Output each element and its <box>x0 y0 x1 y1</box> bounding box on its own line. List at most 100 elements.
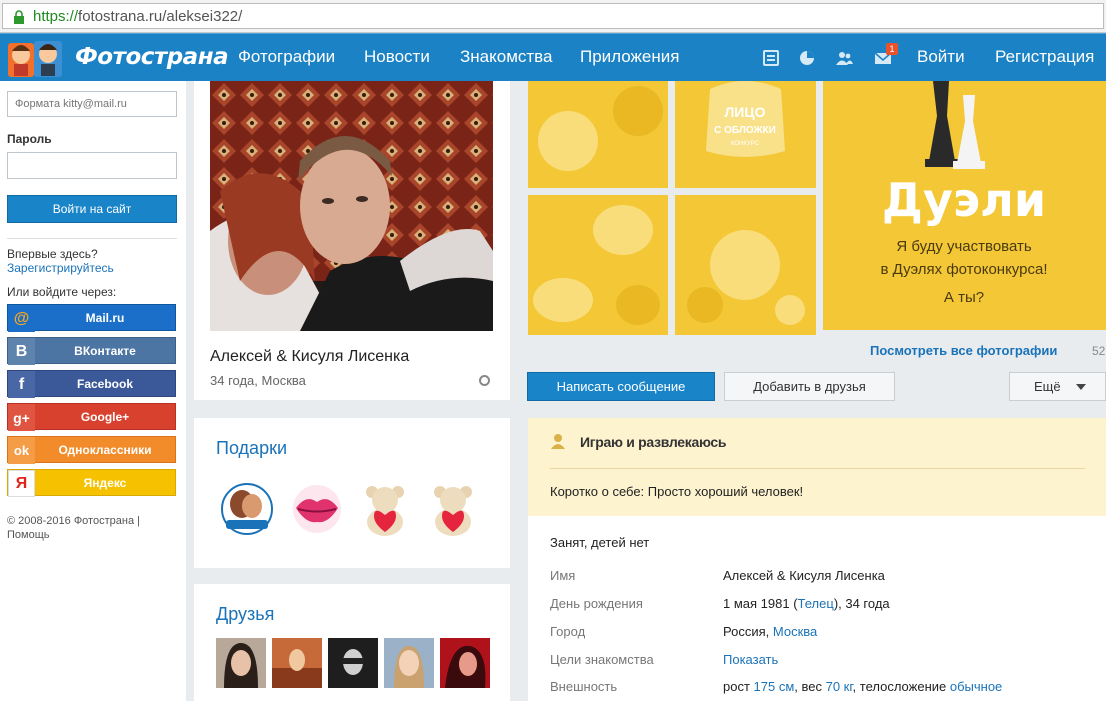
lock-icon <box>14 10 24 24</box>
yandex-icon: Я <box>8 470 35 497</box>
or-login-text: Или войдите через: <box>7 285 117 299</box>
photo-tile[interactable] <box>528 195 668 335</box>
city-value: Россия, Москва <box>723 624 818 639</box>
divider <box>550 468 1085 469</box>
mailru-login-button[interactable]: @ Mail.ru <box>7 304 176 332</box>
promo-title: Дуэли <box>882 173 1046 227</box>
gifts-card: Подарки <box>194 418 510 568</box>
profile-age-city: 34 года, Москва <box>210 373 306 388</box>
friends-title[interactable]: Друзья <box>216 604 274 625</box>
list-icon[interactable] <box>762 49 780 67</box>
badge-gift-icon[interactable] <box>218 480 276 538</box>
friend-avatar[interactable] <box>216 638 266 688</box>
yandex-login-button[interactable]: Я Яндекс <box>7 469 176 497</box>
see-all-photos-link[interactable]: Посмотреть все фотографии <box>870 343 1057 358</box>
show-goals-link[interactable]: Показать <box>723 652 778 667</box>
first-time-text: Впервые здесь? <box>7 247 98 261</box>
city-label: Город <box>550 624 586 639</box>
goals-label: Цели знакомства <box>550 652 654 667</box>
gifts-title[interactable]: Подарки <box>216 438 287 459</box>
bear-heart-gift-icon[interactable] <box>424 480 482 538</box>
url-field[interactable]: https://fotostrana.ru/aleksei322/ <box>2 3 1104 29</box>
friend-avatar[interactable] <box>384 638 434 688</box>
odnoklassniki-login-button[interactable]: ok Одноклассники <box>7 436 176 464</box>
password-field[interactable] <box>7 152 177 179</box>
vk-login-button[interactable]: B ВКонтакте <box>7 337 176 365</box>
friends-card: Друзья <box>194 584 510 701</box>
register-link[interactable]: Зарегистрируйтесь <box>7 261 114 275</box>
duels-promo-tile[interactable]: Дуэли Я буду участвовать в Дуэлях фотоко… <box>823 81 1106 330</box>
divider <box>7 238 177 239</box>
cover-word-2: С ОБЛОЖКИ <box>714 125 776 136</box>
status-box: Играю и развлекаюсь Коротко о себе: Прос… <box>528 418 1106 516</box>
copyright-text: © 2008-2016 Фотострана | Помощь <box>7 515 140 541</box>
nav-news[interactable]: Новости <box>364 47 430 67</box>
friend-avatar[interactable] <box>440 638 490 688</box>
vk-icon: B <box>8 338 35 365</box>
promo-text-1: Я буду участвовать <box>896 238 1032 255</box>
marital-status: Занят, детей нет <box>550 535 650 550</box>
mailru-icon: @ <box>8 305 35 332</box>
nav-register[interactable]: Регистрация <box>995 47 1094 67</box>
height-link[interactable]: 175 см <box>754 679 795 694</box>
logo-text[interactable]: Фотострана <box>75 44 229 70</box>
city-link[interactable]: Москва <box>773 624 817 639</box>
looks-value: рост 175 см, вес 70 кг, телосложение обы… <box>723 679 1003 694</box>
top-navigation: Фотострана Фотографии Новости Знакомства… <box>0 33 1106 81</box>
bear-heart-gift-icon[interactable] <box>356 480 414 538</box>
name-label: Имя <box>550 568 576 583</box>
weight-link[interactable]: 70 кг <box>826 679 853 694</box>
face-cover-contest-tile[interactable]: ЛИЦО С ОБЛОЖКИ КОНКУРС <box>675 81 816 188</box>
send-message-button[interactable]: Написать сообщение <box>527 372 715 401</box>
profile-info-panel: Играю и развлекаюсь Коротко о себе: Прос… <box>528 418 1106 701</box>
browser-address-bar: https://fotostrana.ru/aleksei322/ <box>0 0 1106 33</box>
birthday-label: День рождения <box>550 596 643 611</box>
nav-login[interactable]: Войти <box>917 47 965 67</box>
mail-badge: 1 <box>886 43 898 55</box>
more-label: Ещё <box>1034 379 1061 394</box>
person-icon <box>551 434 565 449</box>
cover-word-3: КОНКУРС <box>731 141 760 147</box>
birthday-value: 1 мая 1981 (Телец), 34 года <box>723 596 890 611</box>
profile-name: Алексей & Кисуля Лисенка <box>210 348 410 365</box>
build-link[interactable]: обычное <box>950 679 1002 694</box>
photo-tile[interactable] <box>675 195 816 335</box>
promo-text-2: в Дуэлях фотоконкурса! <box>881 261 1048 278</box>
goals-value: Показать <box>723 652 778 667</box>
password-label: Пароль <box>7 132 52 146</box>
nav-photos[interactable]: Фотографии <box>238 47 335 67</box>
looks-label: Внешность <box>550 679 618 694</box>
online-status-icon <box>479 375 490 386</box>
people-icon[interactable] <box>835 49 853 67</box>
login-button[interactable]: Войти на сайт <box>7 195 177 223</box>
chevron-down-icon <box>1076 384 1086 390</box>
photo-grid: ЛИЦО С ОБЛОЖКИ КОНКУРС Дуэли Я буду учас… <box>528 81 1106 335</box>
cover-word-1: ЛИЦО <box>724 104 765 120</box>
add-friend-button[interactable]: Добавить в друзья <box>724 372 895 401</box>
odnoklassniki-icon: ok <box>8 437 35 464</box>
nav-apps[interactable]: Приложения <box>580 47 679 67</box>
promo-text-3: А ты? <box>944 289 984 306</box>
nav-dating[interactable]: Знакомства <box>460 47 552 67</box>
url-text: https://fotostrana.ru/aleksei322/ <box>33 8 243 25</box>
pie-icon[interactable] <box>798 49 816 67</box>
photo-count: 52 <box>1092 344 1106 358</box>
friend-avatar[interactable] <box>272 638 322 688</box>
photo-tile[interactable] <box>528 81 668 188</box>
google-login-button[interactable]: g+ Google+ <box>7 403 176 431</box>
google-plus-icon: g+ <box>8 404 35 431</box>
logo-mascot-icon[interactable] <box>6 37 66 79</box>
zodiac-link[interactable]: Телец <box>798 596 834 611</box>
profile-photo[interactable] <box>210 81 493 331</box>
about-text: Коротко о себе: Просто хороший человек! <box>550 484 804 499</box>
status-title: Играю и развлекаюсь <box>580 434 727 450</box>
more-button[interactable]: Ещё <box>1009 372 1106 401</box>
friend-avatar[interactable] <box>328 638 378 688</box>
email-field[interactable] <box>7 91 177 117</box>
lips-gift-icon[interactable] <box>288 480 346 538</box>
facebook-icon: f <box>8 371 35 398</box>
facebook-login-button[interactable]: f Facebook <box>7 370 176 398</box>
profile-card: Алексей & Кисуля Лисенка 34 года, Москва <box>194 81 510 400</box>
name-value: Алексей & Кисуля Лисенка <box>723 568 885 583</box>
login-sidebar: Пароль Войти на сайт Впервые здесь? Заре… <box>0 81 186 701</box>
